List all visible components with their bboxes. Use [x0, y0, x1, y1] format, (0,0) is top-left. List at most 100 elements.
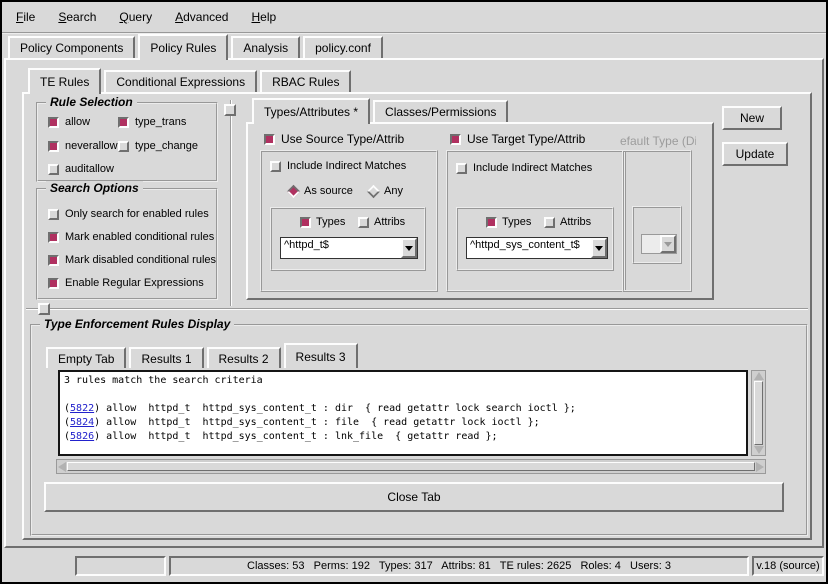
scroll-right-icon[interactable] — [756, 462, 764, 472]
checkbox-type-trans[interactable]: type_trans — [118, 116, 186, 128]
default-type-inner-box — [632, 206, 682, 264]
checkbox-target-indirect[interactable]: Include Indirect Matches — [456, 162, 592, 174]
target-type-combo[interactable]: ^httpd_sys_content_t$ — [466, 237, 608, 259]
checkbox-neverallow[interactable]: neverallow — [48, 140, 118, 152]
rule-id-link-5822[interactable]: 5822 — [70, 403, 94, 414]
combo-dropdown-arrow-icon[interactable] — [591, 238, 607, 258]
menu-search[interactable]: Search — [55, 8, 99, 26]
checkbox-source-indirect[interactable]: Include Indirect Matches — [270, 160, 406, 172]
checkbox-indicator — [456, 163, 467, 174]
radio-indicator — [287, 184, 300, 197]
results-blank-line — [64, 388, 742, 402]
checkbox-label: type_trans — [135, 116, 186, 128]
horizontal-sash[interactable] — [26, 308, 808, 310]
checkbox-indicator — [48, 164, 59, 175]
tab-analysis[interactable]: Analysis — [231, 36, 300, 58]
checkbox-indicator — [270, 161, 281, 172]
radio-as-source[interactable]: As source — [288, 185, 353, 197]
rule-id-link-5826[interactable]: 5826 — [70, 431, 94, 442]
results-text-area: 3 rules match the search criteria (5822)… — [58, 370, 748, 456]
checkbox-label: Mark enabled conditional rules — [65, 231, 214, 243]
result-rule-line: (5824) allow httpd_t httpd_sys_content_t… — [64, 416, 742, 430]
menu-query[interactable]: Query — [116, 8, 155, 26]
checkbox-allow[interactable]: allow — [48, 116, 90, 128]
source-box: Include Indirect Matches As source Any T… — [260, 150, 438, 292]
te-results-title: Type Enforcement Rules Display — [40, 317, 234, 331]
checkbox-use-source-type[interactable]: Use Source Type/Attrib — [264, 132, 404, 146]
scroll-left-icon[interactable] — [58, 462, 66, 472]
results-summary: 3 rules match the search criteria — [64, 374, 742, 388]
checkbox-target-types[interactable]: Types — [486, 216, 531, 228]
checkbox-indicator — [118, 141, 129, 152]
rule-tab-bar: TE Rules Conditional Expressions RBAC Ru… — [28, 66, 354, 94]
status-stats: Classes: 53 Perms: 192 Types: 317 Attrib… — [169, 556, 749, 576]
vertical-sash[interactable] — [230, 100, 232, 306]
checkbox-label: type_change — [135, 140, 198, 152]
default-type-combo-value — [642, 235, 660, 253]
tab-te-rules[interactable]: TE Rules — [28, 68, 101, 94]
rule-text: allow httpd_t httpd_sys_content_t : dir … — [100, 403, 576, 414]
tab-rbac-rules[interactable]: RBAC Rules — [260, 70, 351, 92]
checkbox-indicator — [48, 209, 59, 220]
checkbox-mark-disabled-conditional[interactable]: Mark disabled conditional rules — [48, 254, 216, 266]
checkbox-source-types[interactable]: Types — [300, 216, 345, 228]
rule-selection-title: Rule Selection — [46, 95, 137, 109]
vertical-sash-handle[interactable] — [224, 104, 236, 116]
tab-policy-components[interactable]: Policy Components — [8, 36, 135, 58]
tab-classes-permissions[interactable]: Classes/Permissions — [373, 100, 508, 122]
rule-text: allow httpd_t httpd_sys_content_t : lnk_… — [100, 431, 497, 442]
source-type-combo[interactable]: ^httpd_t$ — [280, 237, 418, 259]
checkbox-target-attribs[interactable]: Attribs — [544, 216, 591, 228]
results-vscrollbar[interactable] — [751, 370, 766, 456]
checkbox-only-enabled-rules[interactable]: Only search for enabled rules — [48, 208, 209, 220]
horizontal-sash-handle[interactable] — [38, 303, 50, 315]
policy-rules-panel: TE Rules Conditional Expressions RBAC Ru… — [4, 58, 824, 548]
main-tab-bar: Policy Components Policy Rules Analysis … — [8, 32, 386, 60]
combo-dropdown-arrow-icon[interactable] — [401, 238, 417, 258]
source-types-box: Types Attribs ^httpd_t$ — [270, 207, 426, 271]
checkbox-indicator — [358, 217, 369, 228]
combo-dropdown-arrow-icon — [660, 235, 676, 253]
te-rules-panel: Rule Selection allow type_trans neverall… — [22, 92, 812, 540]
vscroll-thumb[interactable] — [754, 381, 763, 445]
checkbox-use-target-type[interactable]: Use Target Type/Attrib — [450, 132, 585, 146]
checkbox-enable-regex[interactable]: Enable Regular Expressions — [48, 277, 204, 289]
menu-help[interactable]: Help — [248, 8, 279, 26]
tab-results-3[interactable]: Results 3 — [284, 343, 358, 368]
checkbox-auditallow[interactable]: auditallow — [48, 163, 114, 175]
radio-any[interactable]: Any — [368, 185, 403, 197]
checkbox-indicator — [48, 141, 59, 152]
hscroll-thumb[interactable] — [67, 462, 755, 471]
close-tab-button[interactable]: Close Tab — [44, 482, 784, 512]
checkbox-indicator — [544, 217, 555, 228]
tab-results-2[interactable]: Results 2 — [207, 347, 281, 368]
rule-id-link-5824[interactable]: 5824 — [70, 417, 94, 428]
scroll-up-icon[interactable] — [754, 372, 764, 380]
checkbox-indicator — [264, 134, 275, 145]
tab-empty[interactable]: Empty Tab — [46, 347, 126, 368]
update-button[interactable]: Update — [722, 142, 788, 166]
tab-policy-conf[interactable]: policy.conf — [303, 36, 383, 58]
checkbox-indicator — [48, 232, 59, 243]
te-results-group: Type Enforcement Rules Display Empty Tab… — [30, 324, 808, 536]
scroll-down-icon[interactable] — [754, 446, 764, 454]
results-hscrollbar[interactable] — [56, 459, 766, 474]
tab-results-1[interactable]: Results 1 — [129, 347, 203, 368]
default-type-box — [622, 150, 692, 292]
checkbox-mark-enabled-conditional[interactable]: Mark enabled conditional rules — [48, 231, 214, 243]
status-version: v.18 (source) — [752, 556, 824, 576]
checkbox-label: Use Source Type/Attrib — [281, 132, 404, 146]
checkbox-source-attribs[interactable]: Attribs — [358, 216, 405, 228]
tab-policy-rules[interactable]: Policy Rules — [138, 34, 228, 60]
new-button[interactable]: New — [722, 106, 782, 130]
menu-advanced[interactable]: Advanced — [172, 8, 231, 26]
source-type-combo-value: ^httpd_t$ — [281, 238, 401, 258]
status-bar: Classes: 53 Perms: 192 Types: 317 Attrib… — [2, 551, 826, 580]
checkbox-type-change[interactable]: type_change — [118, 140, 198, 152]
default-type-label: efault Type (Disa — [620, 134, 696, 148]
apol-window: File Search Query Advanced Help Policy C… — [0, 0, 828, 584]
menu-file[interactable]: File — [13, 8, 38, 26]
checkbox-label: allow — [65, 116, 90, 128]
tab-conditional-expressions[interactable]: Conditional Expressions — [104, 70, 257, 92]
tab-types-attributes[interactable]: Types/Attributes * — [252, 98, 370, 124]
